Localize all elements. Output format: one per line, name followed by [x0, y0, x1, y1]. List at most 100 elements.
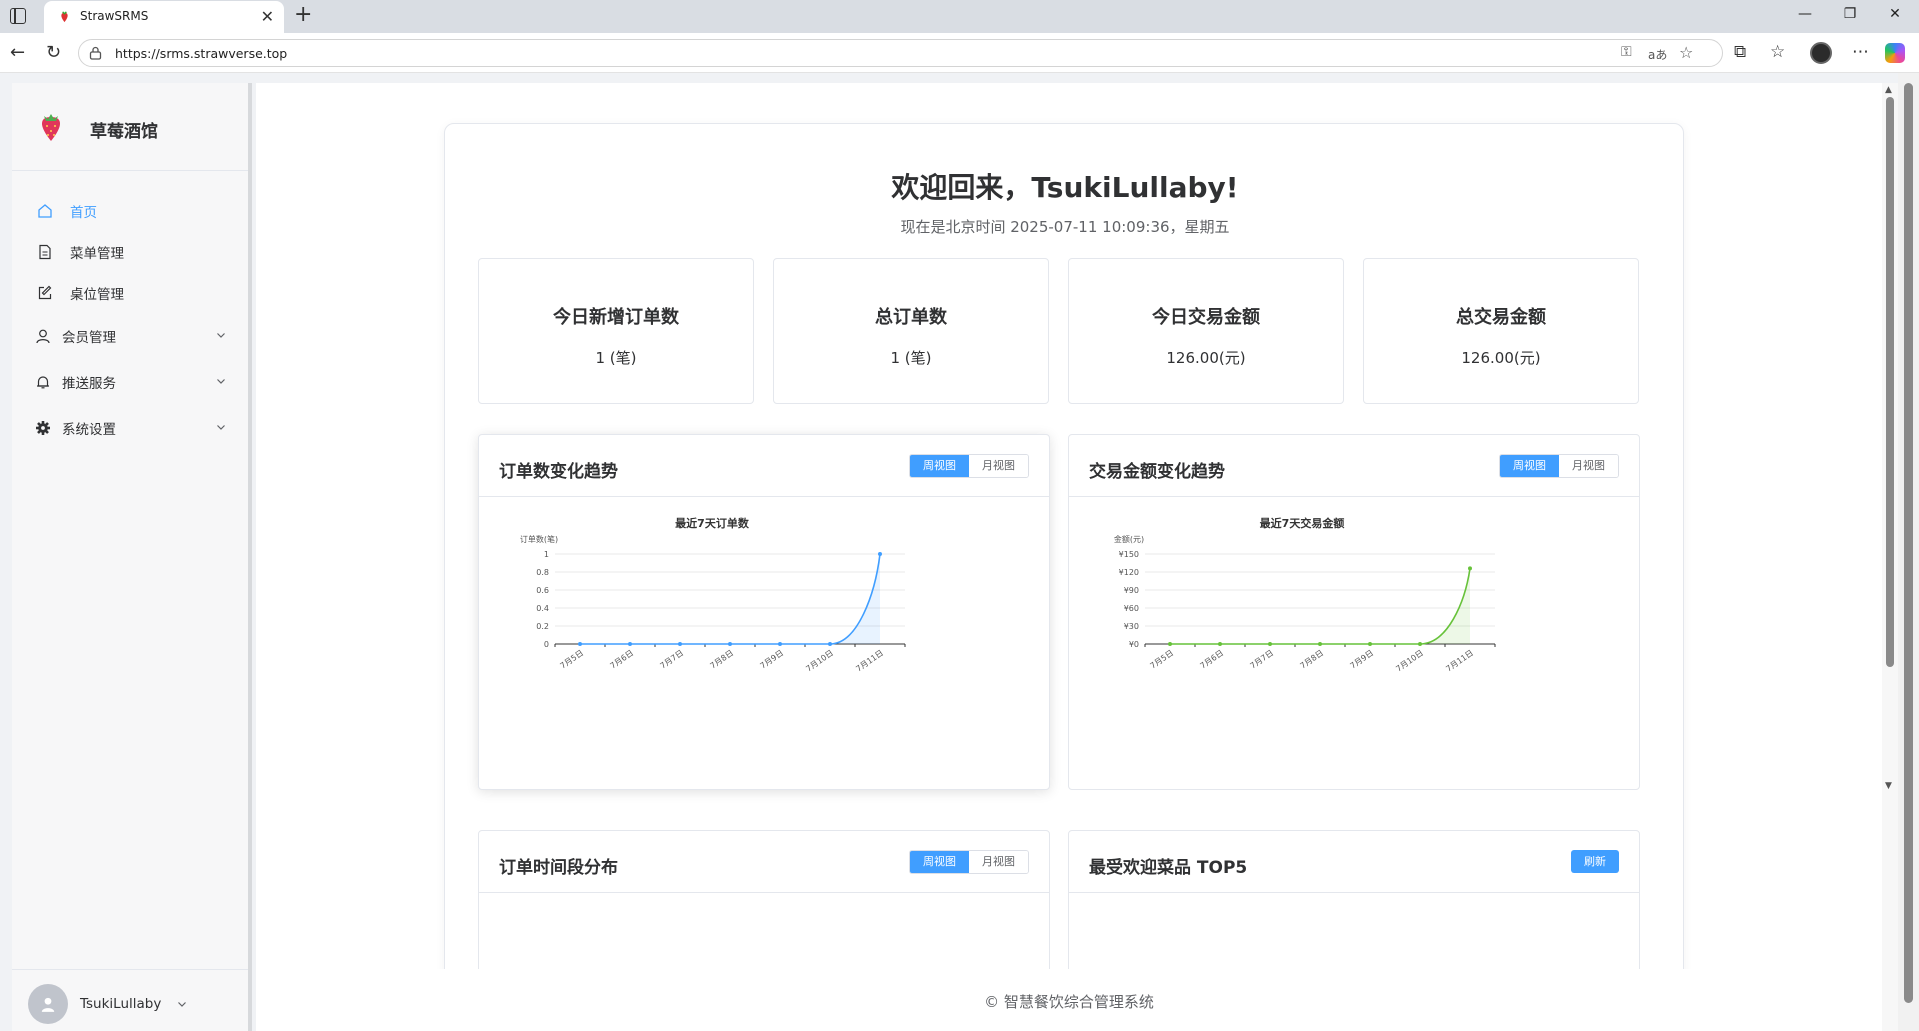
- y-tick-label: ¥60: [1124, 604, 1139, 613]
- x-tick-label: 7月6日: [609, 648, 636, 670]
- page-scroll-thumb[interactable]: [1904, 83, 1913, 1003]
- favorite-star-icon[interactable]: ☆: [1679, 43, 1693, 62]
- y-tick-label: 0.8: [536, 568, 549, 577]
- sidebar-item-label: 桌位管理: [70, 287, 124, 303]
- avatar[interactable]: [28, 984, 68, 1024]
- month-view-button[interactable]: 月视图: [1559, 455, 1618, 477]
- data-point[interactable]: [628, 642, 632, 646]
- data-point[interactable]: [878, 552, 882, 556]
- read-aloud-icon[interactable]: aあ: [1648, 46, 1667, 63]
- chevron-down-icon: [217, 333, 225, 338]
- key-icon[interactable]: ⚿: [1621, 44, 1632, 60]
- panel-header: 交易金额变化趋势 周视图 月视图: [1069, 435, 1639, 497]
- sidebar-item-table-management[interactable]: 桌位管理: [12, 269, 248, 317]
- orders-trend-panel: 订单数变化趋势 周视图 月视图 最近7天订单数 订单数(笔) 0 0.2 0.4 0.6 0…: [478, 434, 1050, 790]
- data-point[interactable]: [1468, 566, 1472, 571]
- edit-icon: [36, 284, 54, 302]
- bell-icon: [34, 373, 52, 391]
- x-tick-label: 7月7日: [1249, 648, 1276, 670]
- new-tab-button[interactable]: +: [294, 2, 312, 27]
- week-view-button[interactable]: 周视图: [1500, 455, 1559, 477]
- close-window-icon[interactable]: ✕: [1875, 6, 1915, 22]
- y-tick-label: ¥0: [1129, 640, 1139, 649]
- restore-icon[interactable]: ❐: [1830, 6, 1870, 22]
- brand: 草莓酒馆: [12, 83, 248, 171]
- y-tick-label: ¥90: [1124, 586, 1139, 595]
- more-icon[interactable]: ⋯: [1852, 42, 1869, 62]
- data-point[interactable]: [728, 642, 732, 646]
- data-point[interactable]: [578, 642, 582, 646]
- view-toggle: 周视图 月视图: [1499, 454, 1619, 478]
- y-axis-label: 金额(元): [1114, 534, 1144, 544]
- data-point[interactable]: [1318, 642, 1322, 646]
- amount-trend-panel: 交易金额变化趋势 周视图 月视图 最近7天交易金额金额(元) ¥0 ¥30 ¥60 ¥9…: [1068, 434, 1640, 790]
- panel-title: 交易金额变化趋势: [1089, 462, 1225, 482]
- panel-header: 订单数变化趋势 周视图 月视图: [479, 435, 1049, 497]
- browser-tab-bar: StrawSRMS ✕ + — ❐ ✕: [0, 0, 1919, 33]
- tab-actions-icon[interactable]: [10, 8, 26, 24]
- dashboard-card: 欢迎回来，TsukiLullaby! 现在是北京时间 2025-07-11 10…: [444, 123, 1684, 1031]
- url-field[interactable]: https://srms.strawverse.top ⚿ aあ ☆: [78, 39, 1723, 67]
- chevron-down-icon[interactable]: [177, 999, 187, 1009]
- data-point[interactable]: [828, 642, 832, 646]
- x-tick-label: 7月6日: [1199, 648, 1226, 670]
- profile-avatar[interactable]: [1810, 42, 1832, 64]
- extensions-icon[interactable]: ⧉: [1734, 42, 1746, 62]
- data-point[interactable]: [778, 642, 782, 646]
- copilot-icon[interactable]: [1885, 43, 1905, 63]
- sidebar-item-label: 首页: [70, 205, 97, 221]
- minimize-icon[interactable]: —: [1785, 6, 1825, 22]
- chevron-down-icon: [217, 425, 225, 430]
- address-bar: ← ↻ https://srms.strawverse.top ⚿ aあ ☆ ⧉…: [0, 33, 1919, 73]
- document-icon: [36, 243, 54, 261]
- chart-title: 最近7天订单数: [675, 516, 750, 530]
- data-point[interactable]: [678, 642, 682, 646]
- user-name[interactable]: TsukiLullaby: [80, 996, 161, 1012]
- reload-icon[interactable]: ↻: [46, 42, 61, 63]
- amount-line-chart: 最近7天交易金额金额(元) ¥0 ¥30 ¥60 ¥90 ¥120 ¥150 7月5日 7月6日…: [1114, 516, 1496, 674]
- scroll-up-arrow[interactable]: ▲: [1885, 85, 1892, 95]
- y-tick-label: ¥30: [1124, 622, 1139, 631]
- inner-scroll-thumb[interactable]: [1886, 97, 1894, 667]
- close-tab-icon[interactable]: ✕: [261, 7, 274, 26]
- stat-today-orders: 今日新增订单数 1 (笔): [478, 258, 754, 404]
- chart-title: 最近7天交易金额: [1260, 516, 1345, 530]
- stat-total-amount: 总交易金额 126.00(元): [1363, 258, 1639, 404]
- user-icon: [34, 327, 52, 345]
- user-avatar-icon: [41, 997, 55, 1012]
- week-view-button[interactable]: 周视图: [910, 851, 969, 873]
- sidebar-item-push-service[interactable]: 推送服务: [12, 358, 248, 406]
- inner-scrollbar[interactable]: ▲ ▼: [1882, 83, 1898, 1031]
- series-line: [580, 553, 881, 645]
- x-tick-label: 7月5日: [559, 648, 586, 670]
- user-menu[interactable]: TsukiLullaby: [12, 969, 248, 1031]
- data-point[interactable]: [1168, 642, 1172, 646]
- sidebar-item-label: 会员管理: [62, 330, 116, 346]
- data-point[interactable]: [1218, 642, 1222, 646]
- panel-header: 订单时间段分布 周视图 月视图: [479, 831, 1049, 893]
- data-point[interactable]: [1368, 642, 1372, 646]
- main-content: 欢迎回来，TsukiLullaby! 现在是北京时间 2025-07-11 10…: [256, 83, 1882, 1031]
- month-view-button[interactable]: 月视图: [969, 851, 1028, 873]
- stat-label: 今日新增订单数: [553, 307, 679, 328]
- browser-tab[interactable]: StrawSRMS ✕: [44, 1, 284, 33]
- data-point[interactable]: [1418, 642, 1422, 646]
- x-tick-label: 7月11日: [854, 648, 885, 673]
- back-icon[interactable]: ←: [10, 42, 25, 63]
- x-tick-label: 7月8日: [1299, 648, 1326, 670]
- favorites-icon[interactable]: ☆: [1770, 42, 1785, 62]
- refresh-button[interactable]: 刷新: [1571, 850, 1619, 873]
- sidebar-item-system-settings[interactable]: 系统设置: [12, 404, 248, 452]
- data-point[interactable]: [1268, 642, 1272, 646]
- stat-value: 1 (笔): [595, 349, 637, 367]
- sidebar-item-member-management[interactable]: 会员管理: [12, 312, 248, 360]
- series-area: [580, 554, 880, 644]
- month-view-button[interactable]: 月视图: [969, 455, 1028, 477]
- x-tick-label: 7月10日: [1394, 648, 1425, 673]
- scroll-down-arrow[interactable]: ▼: [1885, 781, 1892, 791]
- strawberry-favicon-icon: [61, 11, 68, 23]
- page-scrollbar[interactable]: [1898, 73, 1919, 1031]
- home-icon: [36, 202, 54, 220]
- x-tick-label: 7月7日: [659, 648, 686, 670]
- week-view-button[interactable]: 周视图: [910, 455, 969, 477]
